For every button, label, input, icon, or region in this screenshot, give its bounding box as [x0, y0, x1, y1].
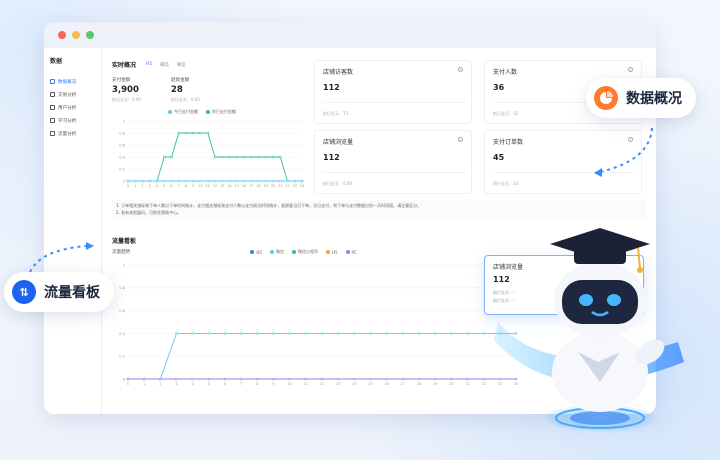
connector-decoration — [29, 127, 653, 273]
